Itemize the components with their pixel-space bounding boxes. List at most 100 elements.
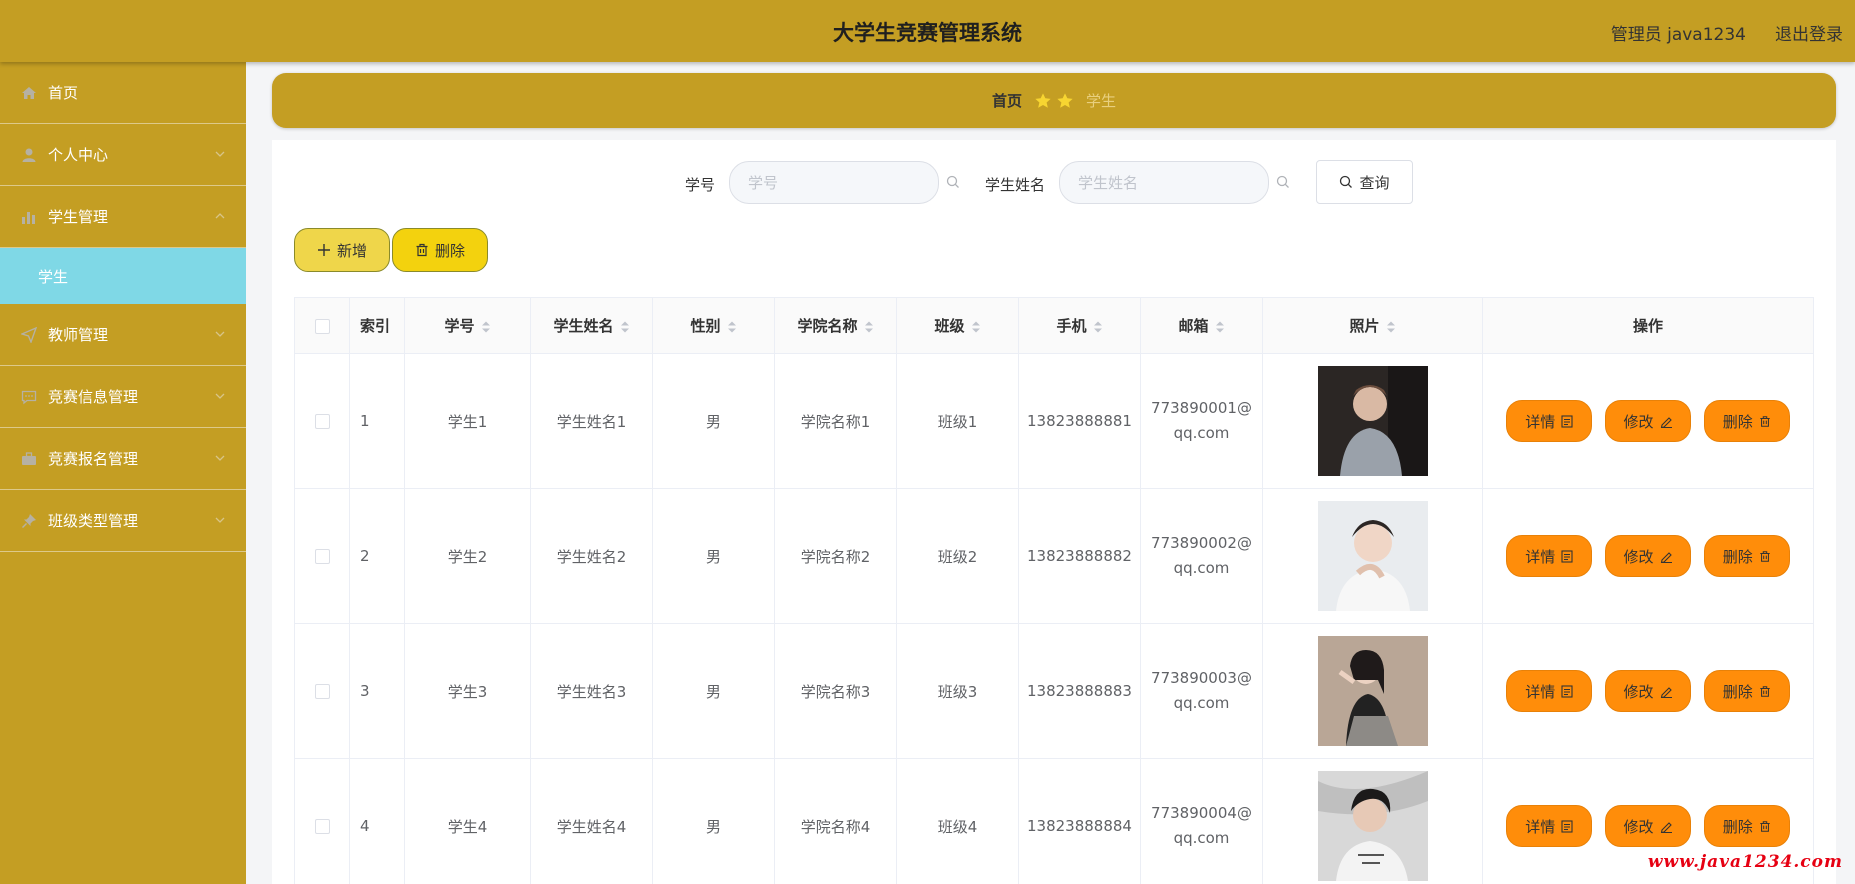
edit-button[interactable]: 修改 [1605,400,1691,442]
row-checkbox[interactable] [314,549,330,564]
sort-icon[interactable] [864,320,874,334]
sidebar-item-contest-info[interactable]: 竞赛信息管理 [0,366,246,428]
column-label: 学号 [444,317,475,335]
sidebar-item-label: 个人中心 [48,146,109,164]
sort-icon[interactable] [1093,320,1103,334]
batch-delete-button[interactable]: 删除 [392,228,488,272]
sidebar-item-class-type[interactable]: 班级类型管理 [0,490,246,552]
student-photo[interactable] [1317,501,1428,611]
detail-button[interactable]: 详情 [1506,670,1593,712]
email-part: 773890002@ [1151,534,1252,552]
query-button[interactable]: 查询 [1316,160,1413,204]
select-all-checkbox[interactable] [314,318,330,334]
trash-icon [1760,550,1770,562]
detail-button[interactable]: 详情 [1506,400,1593,442]
header-select-all[interactable] [294,297,350,354]
column-header-phone[interactable]: 手机 [1018,297,1141,354]
chevron-down-icon [215,393,225,399]
delete-button[interactable]: 删除 [1703,670,1790,712]
document-icon [1561,819,1573,833]
top-bar: 大学生竞赛管理系统 管理员 java1234 退出登录 [0,0,1855,62]
row-checkbox[interactable] [314,414,330,429]
column-label: 手机 [1056,317,1087,335]
send-icon [20,326,38,344]
email-part: qq.com [1173,694,1230,712]
cell-class: 班级1 [896,353,1019,489]
breadcrumb-separator [1034,92,1074,110]
column-header-email[interactable]: 邮箱 [1140,297,1263,354]
column-header-student-name[interactable]: 学生姓名 [530,297,653,354]
sort-icon[interactable] [1386,320,1396,334]
delete-button[interactable]: 删除 [1703,400,1790,442]
email-part: qq.com [1173,424,1230,442]
table-header-row: 索引 学号 学生姓名 性别 学院名称 班级 手机 邮箱 照片 操作 [294,297,1814,354]
student-table: 索引 学号 学生姓名 性别 学院名称 班级 手机 邮箱 照片 操作 1 学生1 … [294,297,1814,884]
breadcrumb-current: 学生 [1086,92,1117,110]
delete-button[interactable]: 删除 [1703,805,1790,847]
email-part: 773890001@ [1151,399,1252,417]
detail-button[interactable]: 详情 [1506,805,1593,847]
button-label: 修改 [1623,682,1654,701]
breadcrumb: 首页 学生 [272,73,1836,128]
sidebar-item-teacher-management[interactable]: 教师管理 [0,304,246,366]
add-button[interactable]: 新增 [294,228,390,272]
table-row: 4 学生4 学生姓名4 男 学院名称4 班级4 13823888884 7738… [294,758,1814,884]
edit-button[interactable]: 修改 [1605,535,1691,577]
button-label: 修改 [1623,547,1654,566]
sort-icon[interactable] [481,320,491,334]
cell-gender: 男 [652,488,775,624]
row-checkbox[interactable] [314,819,330,834]
detail-button[interactable]: 详情 [1506,535,1593,577]
sidebar-item-label: 班级类型管理 [48,512,139,530]
edit-button[interactable]: 修改 [1605,805,1691,847]
sidebar-item-student-management[interactable]: 学生管理 [0,186,246,248]
sort-icon[interactable] [620,320,630,334]
column-label: 班级 [934,317,965,335]
trash-icon [1760,685,1770,697]
column-header-photo[interactable]: 照片 [1262,297,1483,354]
cell-index: 1 [349,353,405,489]
plus-icon [317,244,330,256]
student-id-input[interactable] [729,161,939,204]
cell-photo [1262,488,1483,624]
search-icon [1276,175,1289,188]
chevron-down-icon [215,331,225,337]
column-label: 学院名称 [797,317,858,335]
home-icon [20,84,38,102]
breadcrumb-home[interactable]: 首页 [992,90,1022,111]
logout-link[interactable]: 退出登录 [1775,20,1843,45]
cell-student-name: 学生姓名1 [530,353,653,489]
column-header-college[interactable]: 学院名称 [774,297,897,354]
cell-gender: 男 [652,758,775,884]
cell-photo [1262,353,1483,489]
sort-icon[interactable] [971,320,981,334]
document-icon [1561,549,1573,563]
column-header-actions: 操作 [1482,297,1814,354]
table-row: 2 学生2 学生姓名2 男 学院名称2 班级2 13823888882 7738… [294,488,1814,624]
row-checkbox[interactable] [314,684,330,699]
sort-icon[interactable] [1215,320,1225,334]
email-part: 773890004@ [1151,804,1252,822]
student-name-input[interactable] [1059,161,1269,204]
star-icon [1057,92,1073,108]
column-header-student-id[interactable]: 学号 [404,297,531,354]
delete-button[interactable]: 删除 [1703,535,1790,577]
student-photo[interactable] [1317,366,1428,476]
column-header-class[interactable]: 班级 [896,297,1019,354]
cell-email: 773890004@ qq.com [1140,758,1263,884]
edit-button[interactable]: 修改 [1605,670,1691,712]
sidebar-item-profile[interactable]: 个人中心 [0,124,246,186]
document-icon [1561,414,1573,428]
student-photo[interactable] [1317,771,1428,881]
briefcase-icon [20,450,38,468]
email-part: qq.com [1173,559,1230,577]
button-label: 详情 [1525,817,1556,836]
edit-icon [1660,551,1672,563]
table-row: 1 学生1 学生姓名1 男 学院名称1 班级1 13823888881 7738… [294,353,1814,489]
sidebar-subitem-student[interactable]: 学生 [0,248,246,304]
sidebar-item-contest-registration[interactable]: 竞赛报名管理 [0,428,246,490]
column-header-gender[interactable]: 性别 [652,297,775,354]
sidebar-item-home[interactable]: 首页 [0,62,246,124]
student-photo[interactable] [1317,636,1428,746]
sort-icon[interactable] [727,320,737,334]
